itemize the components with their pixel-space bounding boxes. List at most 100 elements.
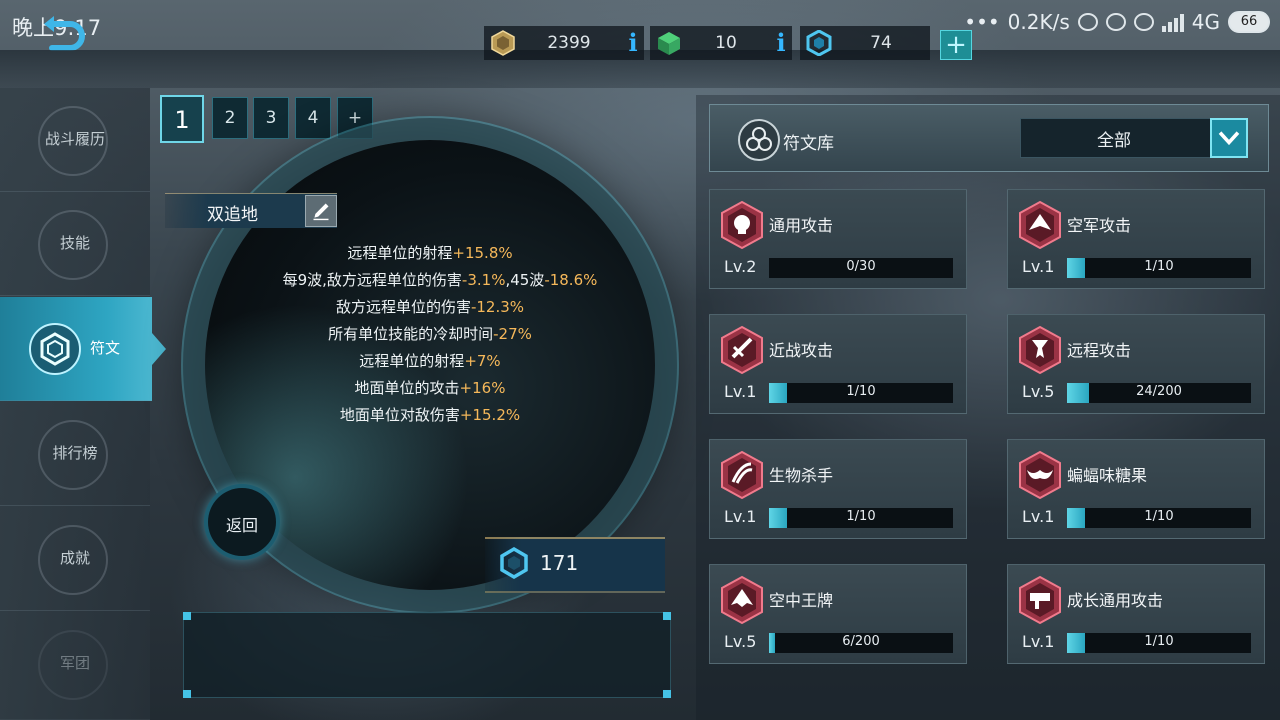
rune-card[interactable]: 近战攻击 Lv.1 1/10 [709,314,967,414]
rune-name: 空中王牌 [769,591,834,610]
shard-value: 74 [870,33,892,53]
description-box [183,612,671,698]
rune-level: Lv.1 [724,382,757,401]
bonus-line: 所有单位技能的冷却时间-27% [328,325,532,343]
rune-card[interactable]: 蝙蝠味糖果 Lv.1 1/10 [1007,439,1265,539]
rune-emblem-icon [721,575,763,625]
rune-level: Lv.1 [1022,632,1055,651]
rune-progress-text: 1/10 [1144,259,1174,274]
rune-emblem-icon [721,450,763,500]
sidebar-item-runes[interactable]: 符文 [0,297,166,401]
loadout-name: 双追地 [207,205,258,225]
battery-icon: 66 [1228,11,1270,33]
edit-name-button[interactable] [305,195,337,227]
network-speed: 0.2K/s [1007,10,1070,34]
rune-progress-text: 6/200 [842,634,880,649]
rune-emblem-icon [1019,200,1061,250]
gold-icon [491,30,515,56]
sidebar-item-label: 排行榜 [52,444,98,462]
crystal-resource: 10 i [650,26,792,60]
corner-mark [663,612,671,620]
gold-value: 2399 [547,33,591,53]
shard-resource: 74 [800,26,930,60]
bonus-line: 敌方远程单位的伤害-12.3% [335,298,525,316]
rune-progress-bar: 1/10 [1067,633,1251,653]
page-tab-4[interactable]: 4 [295,97,331,139]
rune-emblem-icon [1019,325,1061,375]
gold-resource: 2399 i [484,26,644,60]
rune-card[interactable]: 成长通用攻击 Lv.1 1/10 [1007,564,1265,664]
network-type: 4G [1191,10,1220,34]
rune-emblem-icon [1019,450,1061,500]
page-tab-3[interactable]: 3 [253,97,289,139]
page-tab-2[interactable]: 2 [212,97,248,139]
rune-card[interactable]: 空中王牌 Lv.5 6/200 [709,564,967,664]
rune-icon [29,323,81,375]
rune-emblem-icon [721,325,763,375]
crystal-value: 10 [715,33,737,53]
chevron-down-icon[interactable] [1210,118,1248,158]
sidebar-item-label: 成就 [59,549,90,567]
mute-icon [1105,13,1126,31]
rune-progress-bar: 24/200 [1067,383,1251,403]
rune-progress-bar: 1/10 [769,508,953,528]
rune-level: Lv.5 [1022,382,1055,401]
bonus-line: 每9波,敌方远程单位的伤害-3.1%,45波-18.6% [282,271,598,289]
rune-card[interactable]: 空军攻击 Lv.1 1/10 [1007,189,1265,289]
rune-progress-bar: 1/10 [1067,258,1251,278]
headphone-icon [1077,13,1098,31]
rune-progress-bar: 6/200 [769,633,953,653]
sidebar-item-label: 军团 [59,654,90,672]
alarm-icon [1133,13,1154,31]
rune-progress-text: 1/10 [1144,634,1174,649]
rune-library-title: 符文库 [783,134,834,154]
rune-filter-value[interactable]: 全部 [1020,126,1208,151]
sidebar-item-label: 技能 [59,234,90,252]
rune-progress-text: 0/30 [846,259,876,274]
bonus-line: 地面单位的攻击+16% [354,379,506,397]
rune-level: Lv.2 [724,257,757,276]
rune-emblem-icon [721,200,763,250]
sidebar-item-legion[interactable]: 军团 [0,612,150,720]
rune-name: 通用攻击 [769,216,834,235]
rune-library-icon [738,119,780,161]
sidebar-item-label: 符文 [90,339,121,357]
rune-progress-bar: 0/30 [769,258,953,278]
shard-count: 171 [540,551,579,575]
bonus-line: 远程单位的射程+15.8% [347,244,513,262]
sidebar-item-achievements[interactable]: 成就 [0,507,150,611]
add-resource-button[interactable]: + [940,30,972,60]
shard-icon [500,547,528,579]
gold-info-icon[interactable]: i [622,28,644,58]
blue-shard-icon [806,30,832,56]
rune-name: 空军攻击 [1067,216,1132,235]
sidebar-item-battle-history[interactable]: 战斗履历 [0,88,150,192]
rune-name: 近战攻击 [769,341,834,360]
bonus-line: 远程单位的射程+7% [359,352,501,370]
back-button-label[interactable]: 返回 [208,512,276,536]
sidebar-item-leaderboard[interactable]: 排行榜 [0,402,150,506]
crystal-info-icon[interactable]: i [770,28,792,58]
rune-progress-bar: 1/10 [1067,508,1251,528]
rune-name: 远程攻击 [1067,341,1132,360]
rune-progress-text: 1/10 [846,509,876,524]
rune-card[interactable]: 生物杀手 Lv.1 1/10 [709,439,967,539]
rune-level: Lv.5 [724,632,757,651]
rune-level: Lv.1 [1022,257,1055,276]
corner-mark [663,690,671,698]
rune-progress-text: 1/10 [1144,509,1174,524]
rune-level: Lv.1 [724,507,757,526]
rune-card[interactable]: 通用攻击 Lv.2 0/30 [709,189,967,289]
add-page-tab[interactable]: + [337,97,373,139]
rune-name: 生物杀手 [769,466,834,485]
rune-progress-text: 24/200 [1136,384,1182,399]
corner-mark [183,612,191,620]
corner-mark [183,690,191,698]
bonus-line: 地面单位对敌伤害+15.2% [339,406,521,424]
green-crystal-icon [658,32,680,55]
rune-card[interactable]: 远程攻击 Lv.5 24/200 [1007,314,1265,414]
rune-level: Lv.1 [1022,507,1055,526]
page-tab-1[interactable]: 1 [160,95,204,143]
rune-progress-text: 1/10 [846,384,876,399]
sidebar-item-skills[interactable]: 技能 [0,192,150,296]
